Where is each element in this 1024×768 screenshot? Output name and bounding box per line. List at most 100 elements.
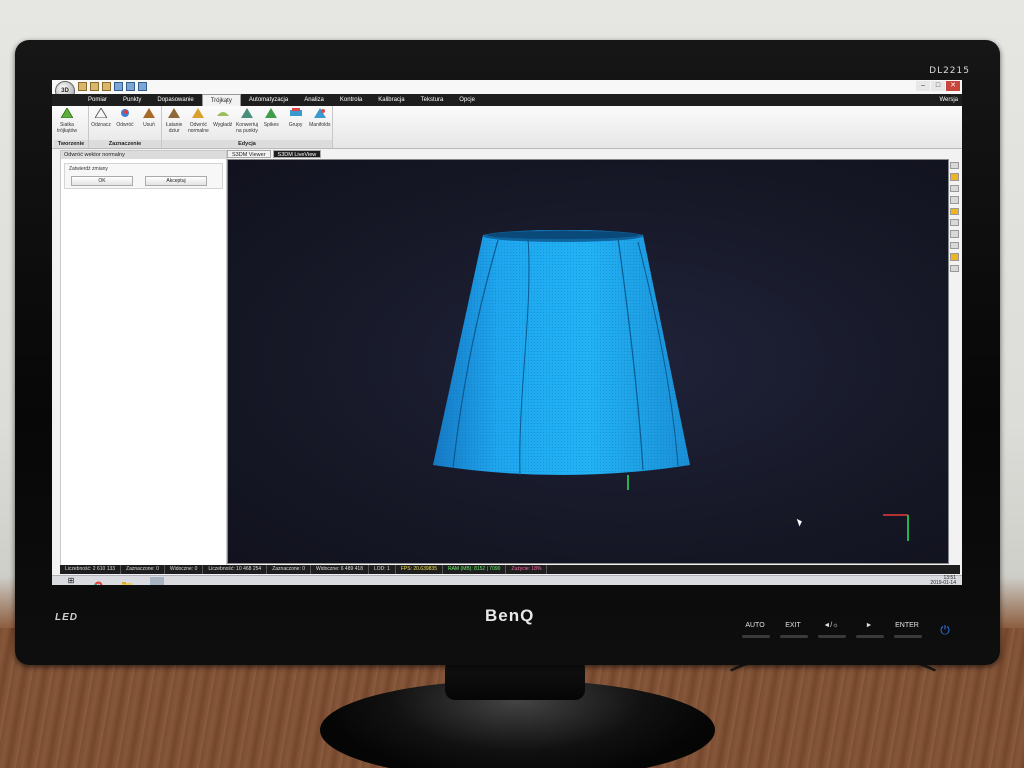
ribbon-button-label: Odwróć normalne: [187, 122, 209, 134]
status-ram: RAM (MB): 8152 | 7090: [443, 565, 507, 574]
delete-icon: [143, 108, 155, 118]
menu-tabbar: Pomiar Punkty Dopasowanie Trójkąty Automatyz…: [52, 94, 962, 107]
status-triangles-selected: Zaznaczone: 0: [267, 565, 312, 574]
ribbon-group-label: Edycja: [162, 140, 332, 148]
version-link[interactable]: Wersja: [939, 94, 958, 106]
convert-to-points-icon: [240, 108, 253, 118]
view-zoom-icon[interactable]: [949, 184, 959, 193]
brand-logo: BenQ: [485, 606, 535, 625]
hw-button-enter[interactable]: ENTER: [894, 622, 922, 638]
ribbon-button-label: Grupy: [288, 122, 303, 128]
flip-normals-icon: [192, 108, 205, 118]
window-controls: – □ ✕: [916, 81, 960, 91]
power-icon[interactable]: ⏻: [932, 623, 958, 638]
ok-button[interactable]: OK: [71, 176, 133, 186]
side-panel: Odwróć wektor normalny Zatwierdź zmiany …: [60, 150, 227, 567]
open-folder-icon[interactable]: [102, 82, 111, 91]
view-rotate-icon[interactable]: [949, 241, 959, 250]
monitor-hardware-buttons: AUTO EXIT ◄/☼ ► ENTER ⏻: [742, 622, 958, 638]
windows-taskbar: ⊞ 13:51 2019-01-14: [52, 575, 962, 585]
save-icon[interactable]: [114, 82, 123, 91]
ribbon-button-label: Wygładź: [213, 122, 233, 128]
spikes-icon: [265, 108, 278, 118]
3d-model-lampshade: [433, 230, 690, 490]
hw-button-exit[interactable]: EXIT: [780, 622, 808, 638]
ribbon-button-label: Łatanie dziur: [165, 122, 183, 134]
hw-button-label: ►: [865, 622, 873, 629]
smooth-icon: [216, 112, 229, 116]
side-panel-title: Odwróć wektor normalny: [61, 151, 226, 159]
view-pan-icon[interactable]: [949, 162, 959, 170]
maximize-button[interactable]: □: [931, 81, 945, 91]
status-points-visible: Widoczne: 0: [165, 565, 204, 574]
tray-date[interactable]: 2019-01-14: [930, 581, 956, 586]
windows-start-icon[interactable]: ⊞: [64, 577, 78, 585]
chrome-icon[interactable]: [94, 577, 108, 585]
hw-button-brightness[interactable]: ◄/☼: [818, 622, 846, 638]
ribbon-button-flip-normals[interactable]: Odwróć normalne: [187, 108, 209, 134]
ribbon-button-deselect[interactable]: Odznacz: [90, 107, 112, 128]
viewer-tabs: S3DM Viewer S3DM LiveView: [227, 150, 322, 158]
ribbon-button-label: Spikes: [263, 122, 279, 128]
deselect-icon: [94, 107, 108, 119]
status-triangles-visible: Widoczne: 6 489 418: [311, 565, 369, 574]
ribbon-button-delete[interactable]: Usuń: [138, 108, 160, 128]
3d-viewport[interactable]: [227, 159, 949, 564]
status-points-count: Liczebność: 2 610 133: [60, 565, 122, 574]
triangle-mesh-icon: [60, 107, 74, 119]
hw-button-right[interactable]: ►: [856, 622, 884, 638]
save-as-icon[interactable]: [126, 82, 135, 91]
ribbon: Siatka trójkątów Tworzenie Odznacz Odwró…: [52, 106, 962, 149]
hw-button-label: ◄/☼: [823, 622, 839, 629]
view-light-icon[interactable]: [949, 207, 959, 216]
ribbon-button-convert-to-points[interactable]: Konwertuj na punkty: [236, 108, 258, 134]
ribbon-button-invert-selection[interactable]: Odwróć: [114, 108, 136, 128]
ribbon-group-tworzenie: Siatka trójkątów Tworzenie: [54, 106, 89, 148]
scanner-app-icon[interactable]: [150, 577, 164, 585]
view-toolbar-right: [949, 160, 959, 273]
view-grid-icon[interactable]: [949, 219, 959, 227]
led-label: LED: [55, 612, 78, 623]
app-titlebar: 3D – □ ✕: [52, 80, 962, 101]
ribbon-button-label: Odwróć: [116, 122, 134, 128]
status-bar: Liczebność: 2 610 133 Zaznaczone: 0 Wido…: [60, 565, 960, 574]
accept-button[interactable]: Akceptuj: [145, 176, 207, 186]
ribbon-group-label: Tworzenie: [54, 140, 88, 148]
ribbon-button-label: Odznacz: [91, 122, 111, 128]
ribbon-button-label: Manifolds: [309, 122, 331, 128]
export-icon[interactable]: [138, 82, 147, 91]
status-triangles-count: Liczebność: 10 468 254: [203, 565, 268, 574]
tab-s3dm-viewer[interactable]: S3DM Viewer: [227, 150, 271, 158]
screen: 3D – □ ✕ Pomiar Punkty Dopasowanie Trójkąty…: [52, 80, 962, 585]
new-file-icon[interactable]: [78, 82, 87, 91]
ribbon-button-groups[interactable]: Grupy: [284, 108, 306, 134]
confirm-changes-box: Zatwierdź zmiany OK Akceptuj: [64, 163, 223, 189]
ribbon-button-manifolds[interactable]: Manifolds: [309, 108, 331, 134]
close-button[interactable]: ✕: [946, 81, 960, 91]
hw-button-auto[interactable]: AUTO: [742, 622, 770, 638]
ribbon-button-spikes[interactable]: Spikes: [260, 108, 282, 134]
view-warning-icon[interactable]: [949, 173, 959, 181]
view-measure-icon[interactable]: [949, 230, 959, 238]
status-lod: LOD: 1: [369, 565, 396, 574]
mouse-cursor-icon: [796, 517, 804, 527]
ribbon-group-zaznaczenie: Odznacz Odwróć Usuń Zaznaczenie: [89, 106, 162, 148]
view-color-icon[interactable]: [949, 253, 959, 261]
ribbon-button-smooth[interactable]: Wygładź: [212, 108, 234, 134]
ribbon-button-triangle-mesh[interactable]: Siatka trójkątów: [55, 107, 79, 134]
file-explorer-icon[interactable]: [122, 577, 136, 585]
status-points-selected: Zaznaczone: 0: [121, 565, 165, 574]
hw-button-label: AUTO: [745, 622, 765, 629]
view-reset-icon[interactable]: [949, 264, 959, 273]
manifolds-icon: [313, 108, 326, 118]
status-memory-usage: Zużycie: 18%: [506, 565, 548, 574]
view-toolbar: [935, 240, 945, 352]
ribbon-group-label: Zaznaczenie: [89, 140, 161, 148]
ribbon-button-label: Usuń: [143, 122, 155, 128]
view-fit-icon[interactable]: [949, 196, 959, 204]
open-folder-icon[interactable]: [90, 82, 99, 91]
tab-s3dm-liveview[interactable]: S3DM LiveView: [272, 150, 322, 158]
ribbon-button-fill-holes[interactable]: Łatanie dziur: [163, 108, 185, 134]
ribbon-button-label: Konwertuj na punkty: [235, 122, 259, 134]
minimize-button[interactable]: –: [916, 81, 930, 91]
